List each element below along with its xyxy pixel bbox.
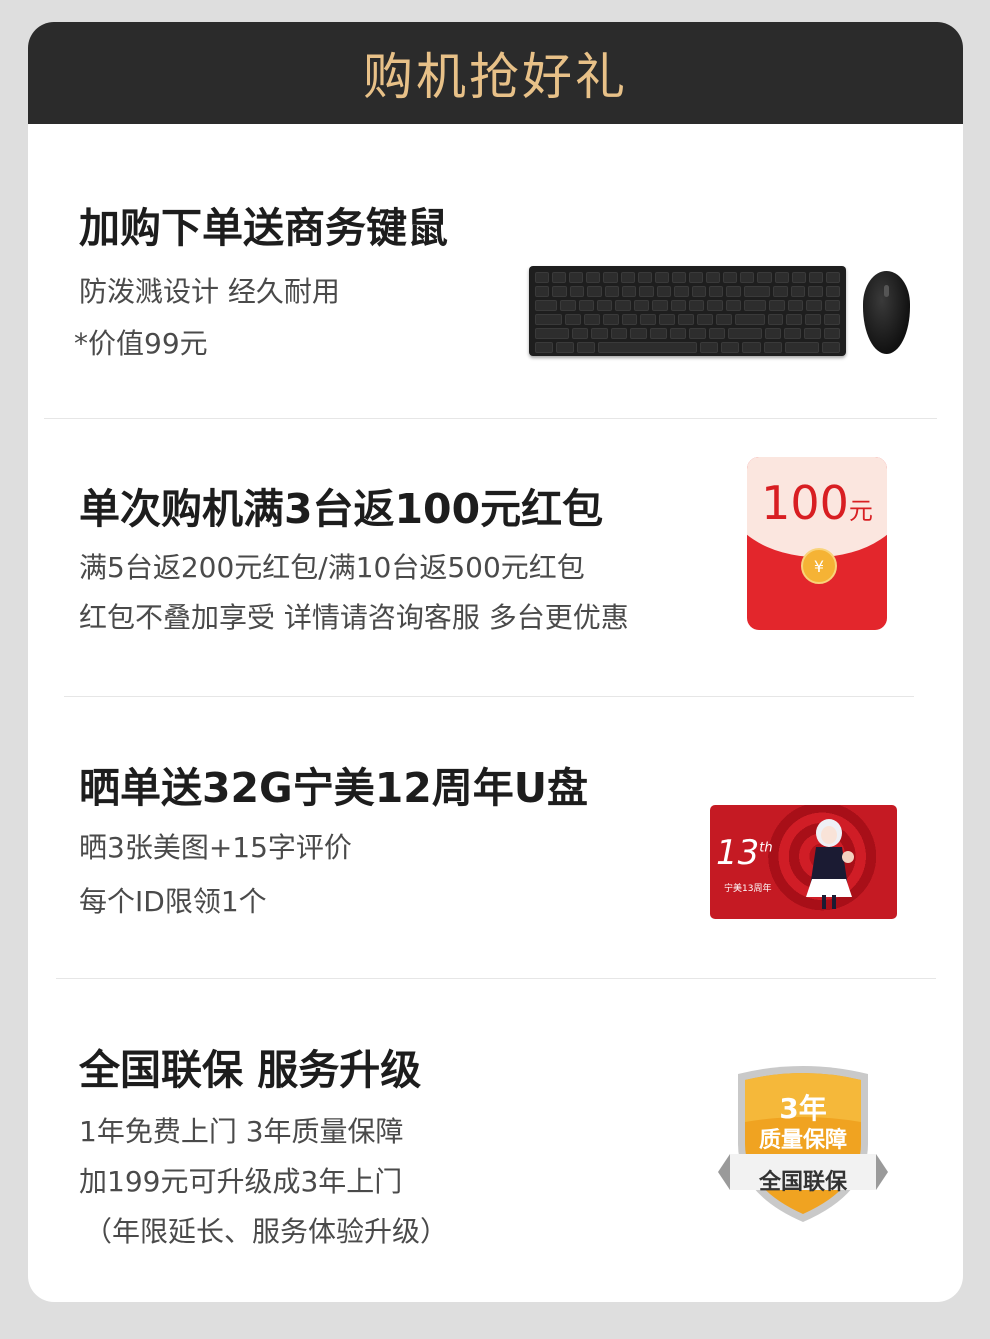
badge-ribbon: 全国联保 — [758, 1170, 847, 1195]
gift-card: 购机抢好礼 加购下单送商务键鼠 防泼溅设计 经久耐用 *价值99元 单次购机满3… — [28, 22, 963, 1302]
usb-drive-image: 13th 宁美13周年 — [710, 805, 897, 919]
section-redpacket-line-2: 红包不叠加享受 详情请咨询客服 多台更优惠 — [79, 601, 629, 634]
envelope-amount: 100元 — [761, 476, 873, 530]
coin-icon: ¥ — [801, 548, 837, 584]
usb-caption: 宁美13周年 — [724, 884, 772, 894]
divider — [56, 978, 936, 979]
header-bar: 购机抢好礼 — [28, 22, 963, 124]
badge-years: 3年 — [779, 1092, 827, 1125]
section-redpacket-title: 单次购机满3台返100元红包 — [79, 485, 604, 533]
section-usb-line-1: 晒3张美图+15字评价 — [79, 831, 352, 864]
section-warranty-line-2: 加199元可升级成3年上门 — [79, 1165, 403, 1198]
section-warranty-line-3: （年限延长、服务体验升级） — [84, 1215, 449, 1248]
section-warranty-title: 全国联保 服务升级 — [79, 1046, 422, 1094]
section-keyboard-line-1: 防泼溅设计 经久耐用 — [79, 275, 340, 308]
section-warranty-line-1: 1年免费上门 3年质量保障 — [79, 1115, 404, 1148]
warranty-shield-badge: 3年 质量保障 全国联保 — [718, 1062, 888, 1227]
section-redpacket-line-1: 满5台返200元红包/满10台返500元红包 — [79, 551, 585, 584]
section-keyboard-line-2: *价值99元 — [74, 327, 208, 360]
section-usb-title: 晒单送32G宁美12周年U盘 — [79, 764, 589, 812]
section-keyboard-title: 加购下单送商务键鼠 — [79, 204, 448, 252]
divider — [64, 696, 914, 697]
section-usb-line-2: 每个ID限领1个 — [79, 885, 267, 918]
red-envelope-image: 100元 ¥ — [747, 457, 887, 630]
usb-number: 13th — [716, 833, 773, 873]
badge-label: 质量保障 — [758, 1128, 847, 1153]
mouse-image — [863, 271, 910, 354]
keyboard-image — [529, 266, 846, 356]
page-title: 购机抢好礼 — [363, 48, 628, 106]
divider — [44, 418, 937, 419]
anime-girl-illustration — [806, 819, 854, 909]
